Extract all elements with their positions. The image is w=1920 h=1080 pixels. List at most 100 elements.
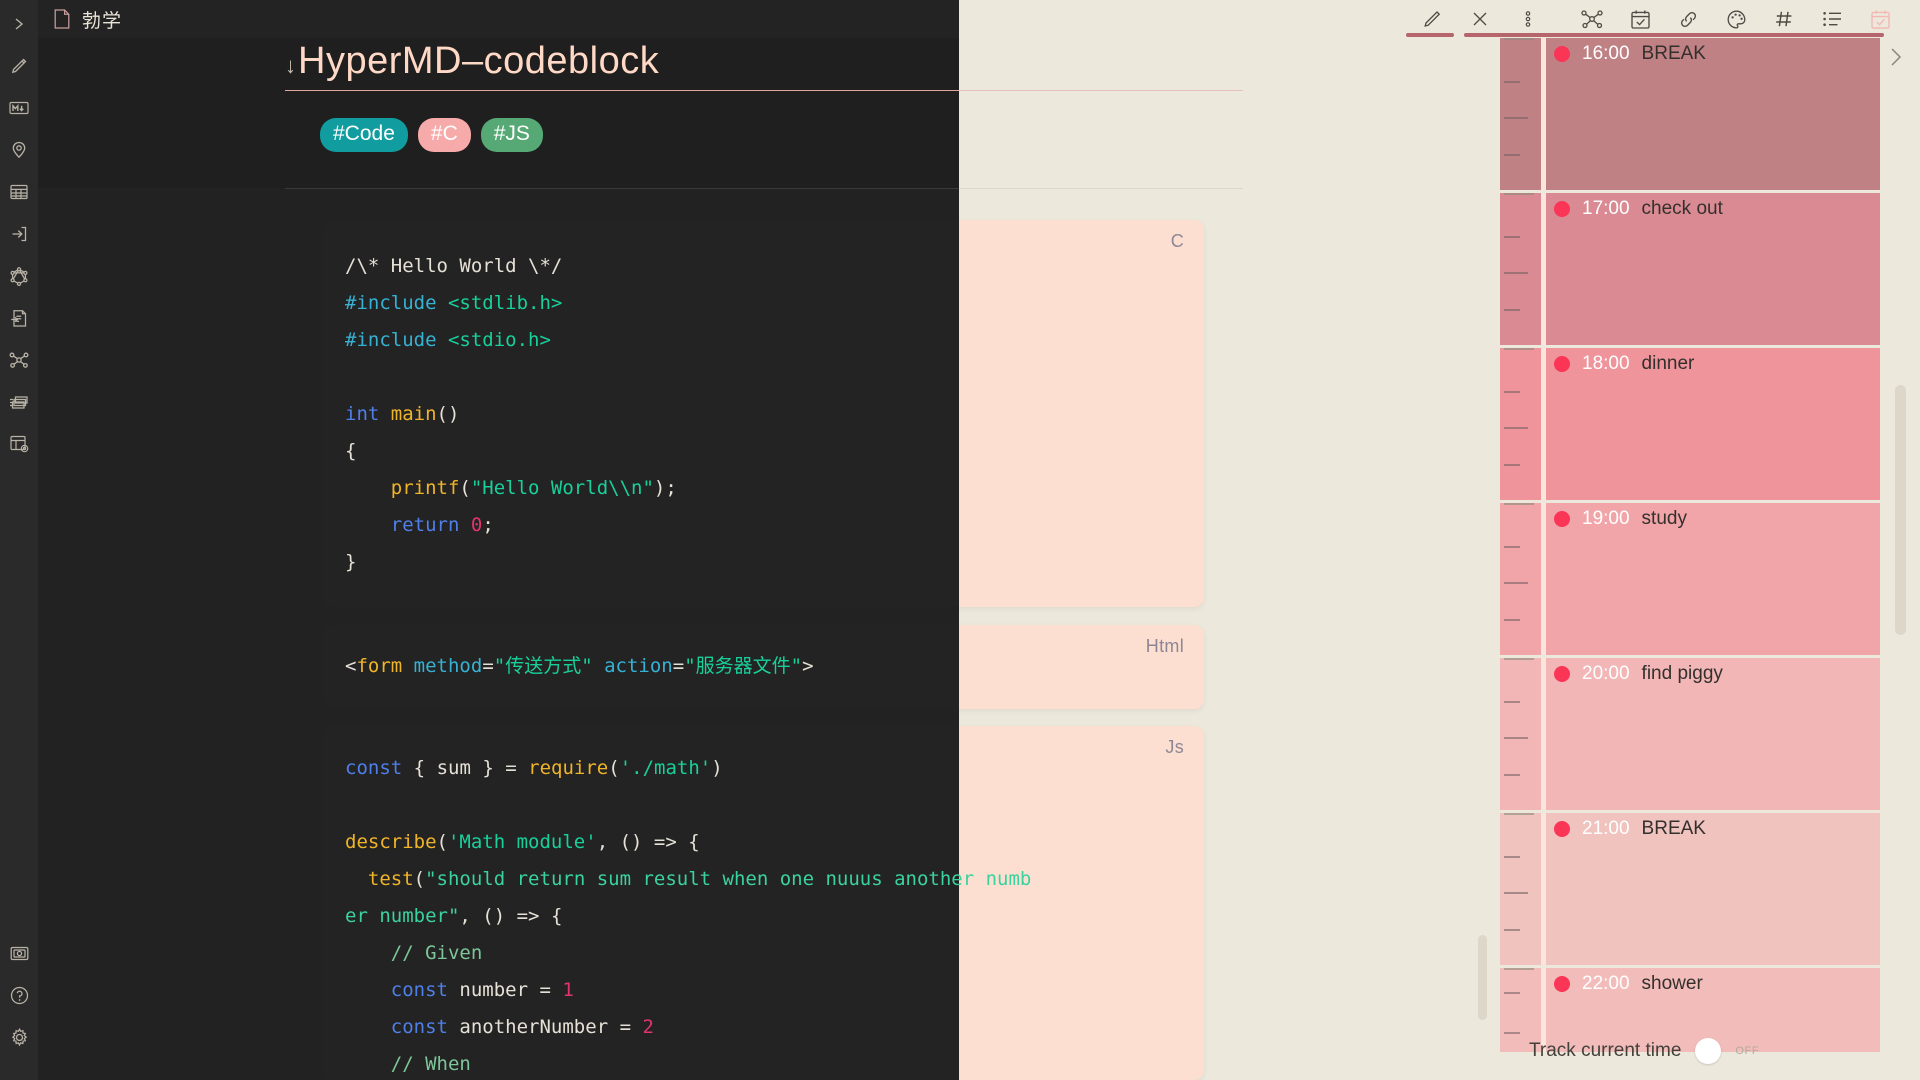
- timeline-event-dot: [1554, 976, 1570, 992]
- track-current-time-toggle[interactable]: [1695, 1038, 1721, 1064]
- timeline-row[interactable]: 19:00 study: [1500, 503, 1880, 655]
- timeline-gutter: [1500, 38, 1544, 190]
- timeline-quarter-tick: [1504, 992, 1520, 994]
- timeline-row[interactable]: 20:00 find piggy: [1500, 658, 1880, 810]
- timeline-row[interactable]: 16:00 BREAK: [1500, 38, 1880, 190]
- timeline-row[interactable]: 17:00 check out: [1500, 193, 1880, 345]
- tag-list: #Code #C #JS: [320, 118, 543, 152]
- tag-js[interactable]: #JS: [481, 118, 543, 152]
- document-export-icon[interactable]: [0, 297, 38, 339]
- timeline-row[interactable]: 18:00 dinner: [1500, 348, 1880, 500]
- tag-divider: [285, 188, 959, 189]
- timeline-event-body[interactable]: 17:00 check out: [1546, 193, 1880, 345]
- track-current-time-control[interactable]: Track current time OFF: [1529, 1038, 1759, 1064]
- code-lang-label-js: Js: [1165, 737, 1184, 758]
- timeline-event-body[interactable]: 16:00 BREAK: [1546, 38, 1880, 190]
- timeline-hour-tick: [1504, 658, 1534, 660]
- track-current-time-label: Track current time: [1529, 1040, 1681, 1062]
- timeline-event-label: check out: [1642, 198, 1723, 220]
- timeline-hour-tick: [1504, 813, 1534, 815]
- timeline-event-dot: [1554, 356, 1570, 372]
- heading-underline: [285, 90, 959, 91]
- fold-arrow-icon[interactable]: ↓: [285, 53, 296, 79]
- tag-c[interactable]: #C: [418, 118, 471, 152]
- code-content-html[interactable]: <form method="传送方式" action="服务器文件">: [345, 648, 814, 685]
- toolbar-underline-right: [1464, 33, 1884, 37]
- timeline-hour-tick: [1504, 968, 1534, 970]
- timeline-quarter-tick: [1504, 546, 1520, 548]
- timeline-scrollbar[interactable]: [1895, 385, 1906, 635]
- timeline-event-head: 16:00 BREAK: [1546, 38, 1880, 65]
- graph-view-icon[interactable]: [0, 339, 38, 381]
- table-settings-icon[interactable]: [0, 423, 38, 465]
- timeline-quarter-tick: [1504, 856, 1520, 858]
- tag-code[interactable]: #Code: [320, 118, 408, 152]
- timeline-half-tick: [1504, 892, 1528, 894]
- timeline-quarter-tick: [1504, 154, 1520, 156]
- timeline-event-label: BREAK: [1642, 818, 1706, 840]
- timeline-event-time: 18:00: [1582, 353, 1630, 375]
- table-icon[interactable]: [0, 171, 38, 213]
- timeline-event-dot: [1554, 46, 1570, 62]
- timeline-event-label: shower: [1642, 973, 1703, 995]
- timeline-hour-tick: [1504, 193, 1534, 195]
- import-icon[interactable]: [0, 213, 38, 255]
- timeline-event-body[interactable]: 21:00 BREAK: [1546, 813, 1880, 965]
- timeline-quarter-tick: [1504, 309, 1520, 311]
- timeline-quarter-tick: [1504, 701, 1520, 703]
- timeline-event-head: 18:00 dinner: [1546, 348, 1880, 375]
- graphql-icon[interactable]: [0, 255, 38, 297]
- toolbar-underline-left: [1406, 33, 1454, 37]
- timeline-half-tick: [1504, 427, 1528, 429]
- timeline-event-head: 20:00 find piggy: [1546, 658, 1880, 685]
- document-icon: [54, 9, 70, 29]
- timeline-quarter-tick: [1504, 464, 1520, 466]
- app-root: C Html Js: [0, 0, 1920, 1080]
- location-pin-icon[interactable]: [0, 129, 38, 171]
- code-content-c[interactable]: /\* Hello World \*/ #include <stdlib.h> …: [345, 248, 677, 581]
- camera-snapshot-icon[interactable]: [0, 932, 38, 974]
- timeline-event-time: 17:00: [1582, 198, 1630, 220]
- timeline-event-time: 19:00: [1582, 508, 1630, 530]
- timeline-event-dot: [1554, 666, 1570, 682]
- timeline-quarter-tick: [1504, 236, 1520, 238]
- timeline-half-tick: [1504, 117, 1528, 119]
- chevron-right-icon[interactable]: [1886, 46, 1906, 73]
- timeline-gutter: [1500, 658, 1544, 810]
- timeline-event-label: BREAK: [1642, 43, 1706, 65]
- timeline-event-label: dinner: [1642, 353, 1695, 375]
- note-heading-block: ↓ HyperMD–codeblock: [285, 40, 960, 83]
- timeline-quarter-tick: [1504, 391, 1520, 393]
- timeline-half-tick: [1504, 737, 1528, 739]
- document-title: 勃学: [82, 6, 122, 33]
- timeline-event-head: 17:00 check out: [1546, 193, 1880, 220]
- timeline-gutter: [1500, 813, 1544, 965]
- timeline-hour-tick: [1504, 503, 1534, 505]
- timeline-event-body[interactable]: 19:00 study: [1546, 503, 1880, 655]
- settings-gear-icon[interactable]: [0, 1016, 38, 1058]
- pencil-edit-icon[interactable]: [0, 45, 38, 87]
- timeline-event-body[interactable]: 18:00 dinner: [1546, 348, 1880, 500]
- timeline-event-time: 20:00: [1582, 663, 1630, 685]
- timeline-event-head: 21:00 BREAK: [1546, 813, 1880, 840]
- timeline-event-label: find piggy: [1642, 663, 1723, 685]
- timeline-event-label: study: [1642, 508, 1687, 530]
- left-icon-rail: [0, 0, 38, 1080]
- timeline-row[interactable]: 21:00 BREAK: [1500, 813, 1880, 965]
- expand-sidebar-icon[interactable]: [0, 3, 38, 45]
- code-content-js[interactable]: const { sum } = require('./math') descri…: [345, 750, 1031, 1080]
- code-lang-label-html: Html: [1146, 636, 1184, 657]
- timeline-quarter-tick: [1504, 929, 1520, 931]
- timeline-event-body[interactable]: 20:00 find piggy: [1546, 658, 1880, 810]
- timeline-event-time: 16:00: [1582, 43, 1630, 65]
- editor-scrollbar[interactable]: [1478, 935, 1487, 1020]
- timeline-panel[interactable]: 16:00 BREAK 17:00 check out: [1500, 38, 1880, 1018]
- help-icon[interactable]: [0, 974, 38, 1016]
- heading-row: ↓ HyperMD–codeblock: [285, 40, 960, 83]
- timeline-event-dot: [1554, 511, 1570, 527]
- timeline-hour-tick: [1504, 348, 1534, 350]
- markdown-icon[interactable]: [0, 87, 38, 129]
- track-current-time-state: OFF: [1735, 1045, 1759, 1057]
- timeline-event-time: 21:00: [1582, 818, 1630, 840]
- layers-icon[interactable]: [0, 381, 38, 423]
